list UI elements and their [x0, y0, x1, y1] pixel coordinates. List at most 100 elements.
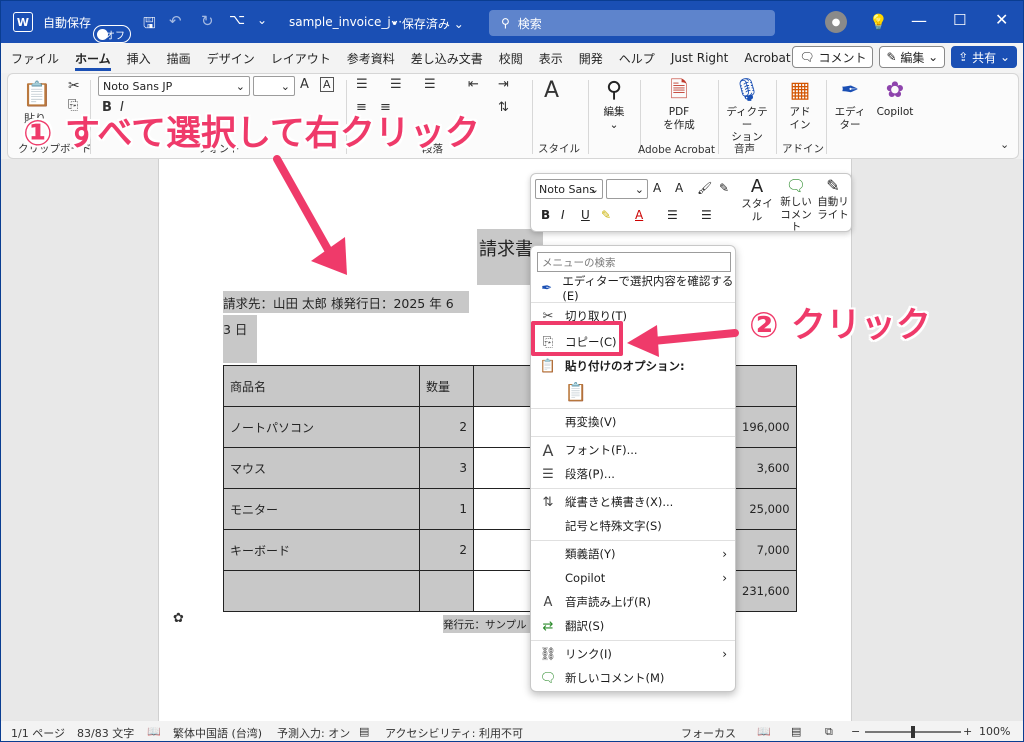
format-painter-icon[interactable]: 🖌 [697, 181, 712, 195]
tab-insert[interactable]: 挿入 [127, 46, 151, 71]
paint-icon[interactable]: ✎ [719, 181, 729, 195]
zoom-slider-thumb[interactable] [911, 726, 915, 738]
share-button[interactable]: ⇪ 共有 ⌄ [951, 46, 1017, 68]
print-layout-icon[interactable]: ▤ [791, 725, 801, 738]
word-count[interactable]: 83/83 文字 [77, 725, 134, 741]
item-name: マウス [223, 447, 420, 489]
menu-item-editor-check[interactable]: ✒ エディターで選択内容を確認する(E) [531, 274, 735, 303]
maximize-icon[interactable]: ☐ [953, 11, 966, 29]
new-comment-button[interactable]: 🗨 新しい コメント [777, 176, 815, 234]
zoom-in-icon[interactable]: + [963, 725, 972, 738]
mini-size-box[interactable]: ⌄ [606, 179, 648, 199]
menu-item-read-aloud[interactable]: A 音声読み上げ(R) [531, 590, 735, 614]
menu-item-translate[interactable]: ⇄ 翻訳(S) [531, 614, 735, 638]
copilot-button[interactable]: ✿ Copilot [870, 76, 920, 119]
redo-icon[interactable]: ↻ [201, 12, 214, 30]
mini-style-button[interactable]: A スタイル [737, 176, 777, 223]
editor-pen-icon: ✒ [840, 78, 860, 103]
grow-font-icon[interactable]: A [653, 181, 661, 195]
menu-item-symbols[interactable]: 記号と特殊文字(S) [531, 514, 735, 538]
proofing-icon[interactable]: 📖 [147, 725, 161, 738]
indent-decrease-icon[interactable]: ⇤ [468, 77, 479, 92]
text-prediction-status[interactable]: 予測入力: オン [277, 725, 350, 741]
tab-review[interactable]: 校閲 [499, 46, 523, 71]
focus-mode[interactable]: フォーカス [681, 725, 736, 741]
close-icon[interactable]: ✕ [995, 10, 1008, 29]
menu-item-text-direction[interactable]: ⇅ 縦書きと横書き(X)... [531, 490, 735, 514]
italic-icon[interactable]: I [561, 208, 565, 222]
tab-help[interactable]: ヘルプ [619, 46, 655, 71]
tab-references[interactable]: 参考資料 [347, 46, 395, 71]
paste-icon[interactable]: 📋 [22, 80, 52, 108]
font-size-box[interactable]: ⌄ [253, 76, 295, 96]
numbering-icon[interactable]: ☰ [701, 208, 712, 222]
bold-icon[interactable]: B [541, 208, 550, 222]
zoom-level[interactable]: 100% [979, 725, 1010, 738]
track-icon[interactable]: ▤ [359, 725, 369, 738]
tab-view[interactable]: 表示 [539, 46, 563, 71]
font-color-icon[interactable]: A [635, 208, 643, 222]
tab-file[interactable]: ファイル [11, 46, 59, 71]
menu-item-font[interactable]: A フォント(F)... [531, 438, 735, 462]
tab-draw[interactable]: 描画 [167, 46, 191, 71]
collapse-ribbon-icon[interactable]: ⌄ [1000, 138, 1009, 151]
dictation-button[interactable]: 🎙 ディクテー ション [722, 76, 772, 144]
sort-icon[interactable]: ⇅ [498, 100, 509, 115]
bullets-icon[interactable]: ☰ [667, 208, 678, 222]
tab-layout[interactable]: レイアウト [271, 46, 331, 71]
tab-mailings[interactable]: 差し込み文書 [411, 46, 483, 71]
comment-button[interactable]: 🗨 コメント [792, 46, 874, 68]
language-status[interactable]: 繁体中国語 (台湾) [173, 725, 262, 741]
numbering-icon[interactable]: ☰ [390, 77, 402, 92]
edit-mode-button[interactable]: ✎ 編集 ⌄ [879, 46, 946, 68]
page-count[interactable]: 1/1 ページ [11, 725, 65, 741]
search-box[interactable]: ⚲ 検索 [489, 10, 775, 36]
customize-qat-icon[interactable]: ⌄ [257, 13, 267, 27]
menu-item-new-comment[interactable]: 🗨 新しいコメント(M) [531, 666, 735, 690]
indent-increase-icon[interactable]: ⇥ [498, 77, 509, 92]
menu-paste-keep-text[interactable]: 📋 [531, 380, 735, 404]
voice-group-label: 音声 [734, 143, 755, 155]
read-mode-icon[interactable]: 📖 [757, 725, 771, 738]
web-layout-icon[interactable]: ⧉ [825, 725, 833, 739]
tab-home[interactable]: ホーム [75, 46, 111, 71]
lightbulb-icon[interactable]: 💡 [869, 13, 888, 31]
grow-font-icon[interactable]: A [300, 77, 309, 92]
tab-design[interactable]: デザイン [207, 46, 255, 71]
menu-item-link[interactable]: ⛓ リンク(I) › [531, 642, 735, 666]
tab-developer[interactable]: 開発 [579, 46, 603, 71]
underline-icon[interactable]: U [581, 208, 590, 222]
shrink-font-icon[interactable]: A [675, 181, 683, 195]
autosave-toggle[interactable]: オフ [93, 25, 131, 43]
menu-item-synonyms[interactable]: 類義語(Y) › [531, 542, 735, 566]
bullets-icon[interactable]: ☰ [356, 77, 368, 92]
create-pdf-button[interactable]: 🗎 PDF を作成 [654, 76, 704, 131]
rewrite-icon: ✎ [826, 176, 840, 195]
org-chart-icon[interactable]: ⌥ [229, 12, 245, 28]
font-name-box[interactable]: Noto Sans JP ⌄ [98, 76, 250, 96]
zoom-out-icon[interactable]: − [851, 725, 860, 738]
cut-icon[interactable]: ✂ [68, 78, 80, 94]
save-icon[interactable]: 🖫 [143, 13, 156, 38]
auto-rewrite-button[interactable]: ✎ 自動リ ライト [815, 176, 851, 221]
minimize-icon[interactable]: — [911, 11, 927, 30]
clear-format-icon[interactable]: A [320, 77, 334, 92]
tab-acrobat[interactable]: Acrobat [744, 47, 790, 69]
editor-button[interactable]: ✒ エディ ター [830, 76, 870, 131]
styles-icon[interactable]: A [544, 78, 559, 103]
saved-status[interactable]: • 保存済み ⌄ [391, 15, 464, 32]
multilevel-icon[interactable]: ☰ [424, 77, 436, 92]
highlight-icon[interactable]: ✎ [601, 208, 611, 222]
copilot-doc-icon[interactable]: ✿ [173, 611, 184, 626]
addins-button[interactable]: ▦ アド イン [780, 76, 820, 131]
menu-item-paragraph[interactable]: ☰ 段落(P)... [531, 462, 735, 486]
undo-icon[interactable]: ↶ [169, 12, 182, 30]
mini-font-box[interactable]: Noto Sans ⌄ [535, 179, 603, 199]
menu-item-reconvert[interactable]: 再変換(V) [531, 410, 735, 434]
accessibility-status[interactable]: アクセシビリティ: 利用不可 [385, 725, 523, 741]
avatar[interactable]: ● [825, 11, 847, 33]
tab-just-right[interactable]: Just Right [671, 47, 729, 69]
menu-item-copilot[interactable]: Copilot › [531, 566, 735, 590]
menu-search-input[interactable]: メニューの検索 [537, 252, 731, 272]
editing-button[interactable]: ⚲ 編集 ⌄ [594, 76, 634, 131]
